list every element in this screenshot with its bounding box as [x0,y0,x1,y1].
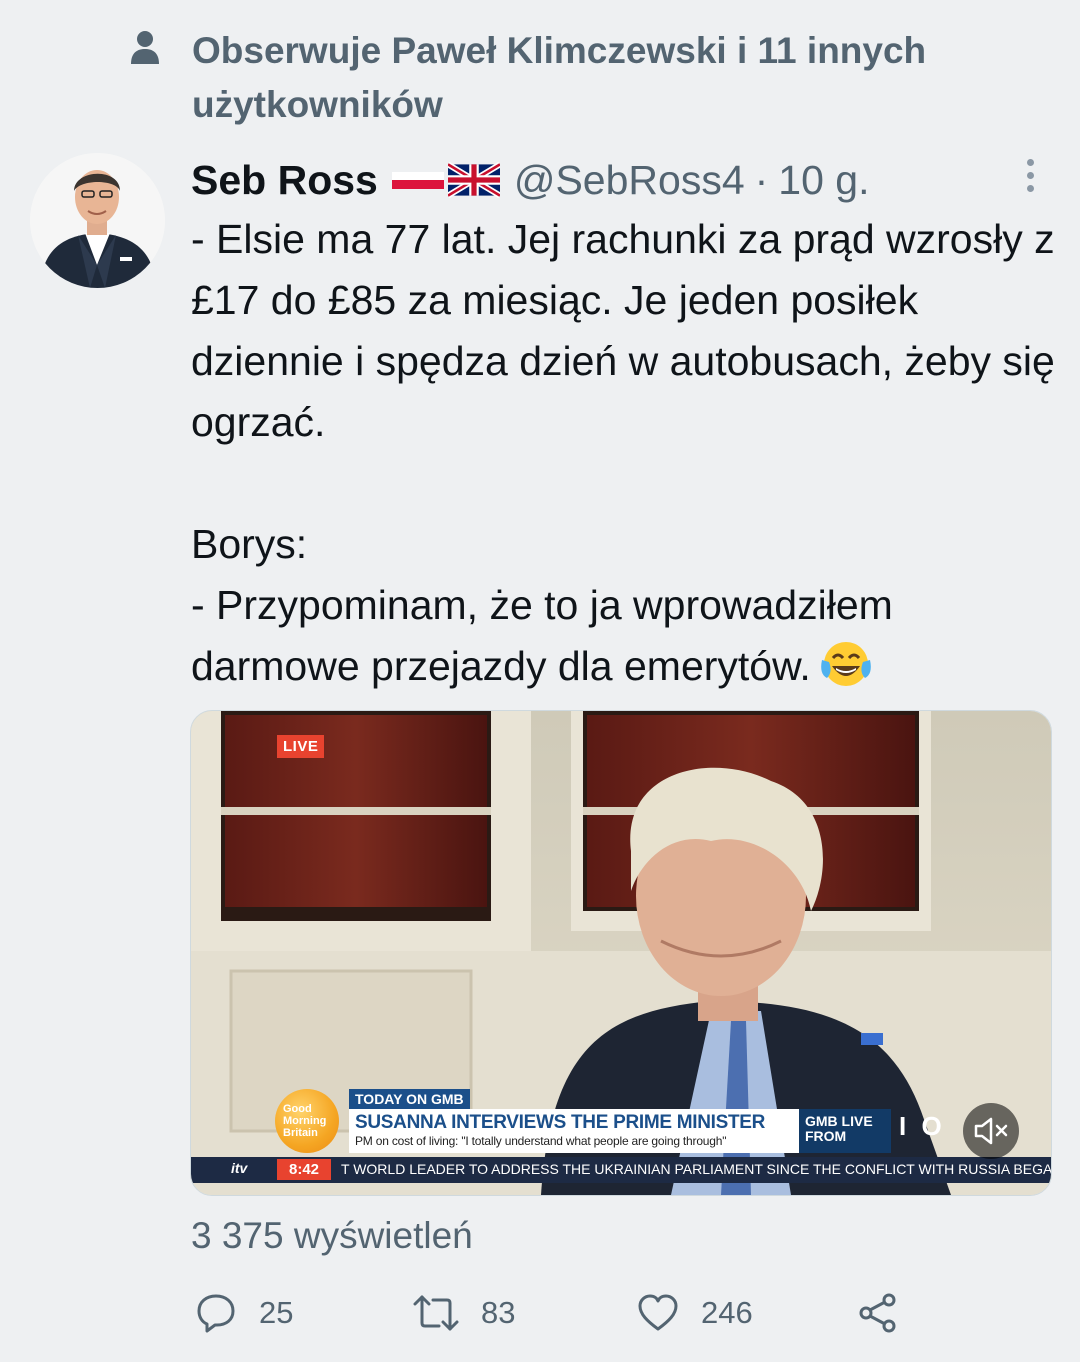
author-handle[interactable]: @SebRoss4 [514,157,745,204]
social-context-text: Obserwuje Paweł Klimczewski i 11 innych … [192,30,927,125]
retweet-count: 83 [481,1295,516,1330]
social-context[interactable]: Obserwuje Paweł Klimczewski i 11 innych … [130,24,1030,132]
network-logo: itv [231,1160,248,1176]
reply-button[interactable]: 25 [195,1285,293,1341]
person-icon [131,31,159,64]
retweet-icon [413,1295,459,1331]
tweet-time[interactable]: 10 g. [778,157,869,204]
ticker-text: T WORLD LEADER TO ADDRESS THE UKRAINIAN … [341,1161,1052,1177]
like-count: 246 [701,1295,753,1330]
tweet-header: Seb Ross @SebRoss4 · 10 g. [191,150,870,210]
poland-flag-icon [391,172,444,189]
lower-third: SUSANNA INTERVIEWS THE PRIME MINISTER PM… [349,1109,799,1153]
channel-logo: I O [899,1111,946,1141]
avatar[interactable] [30,153,165,288]
ticker-clock: 8:42 [277,1159,332,1180]
share-icon [859,1293,896,1333]
avatar-photo [30,153,165,288]
video-player[interactable]: LIVE Good Morning Britain TODAY ON GMB S… [190,710,1052,1196]
tweet-text: - Elsie ma 77 lat. Jej rachunki za prąd … [191,209,1061,697]
uk-flag-icon [447,162,500,198]
live-badge: LIVE [277,735,325,758]
share-button[interactable] [857,1285,899,1341]
gmb-live-box: GMB LIVE FROM [799,1109,891,1153]
action-bar: 25 83 246 [191,1285,1051,1341]
separator-dot: · [754,156,769,203]
today-label: TODAY ON GMB [349,1089,470,1109]
reply-count: 25 [259,1295,294,1330]
gmb-logo: Good Morning Britain [275,1089,339,1153]
speaker-muted-icon [974,1117,1008,1145]
reply-icon [197,1294,235,1333]
tears-of-joy-emoji-icon [821,642,871,686]
headline: SUSANNA INTERVIEWS THE PRIME MINISTER [355,1112,766,1133]
retweet-button[interactable]: 83 [413,1285,515,1341]
tweet-paragraph: - Przypominam, że to ja wprowadziłem dar… [191,582,893,689]
more-options-icon[interactable] [1010,152,1050,198]
subheadline: PM on cost of living: "I totally underst… [355,1134,727,1148]
heart-icon [638,1294,678,1331]
author-flags [391,162,500,198]
tweet-paragraph: - Elsie ma 77 lat. Jej rachunki za prąd … [191,216,1055,445]
mute-button[interactable] [963,1103,1019,1159]
like-button[interactable]: 246 [637,1285,753,1341]
view-count: 3 375 wyświetleń [191,1215,473,1256]
author-name[interactable]: Seb Ross [191,157,378,204]
news-ticker: itv 8:42 T WORLD LEADER TO ADDRESS THE U… [191,1157,1051,1183]
tweet-paragraph: Borys: [191,521,308,567]
